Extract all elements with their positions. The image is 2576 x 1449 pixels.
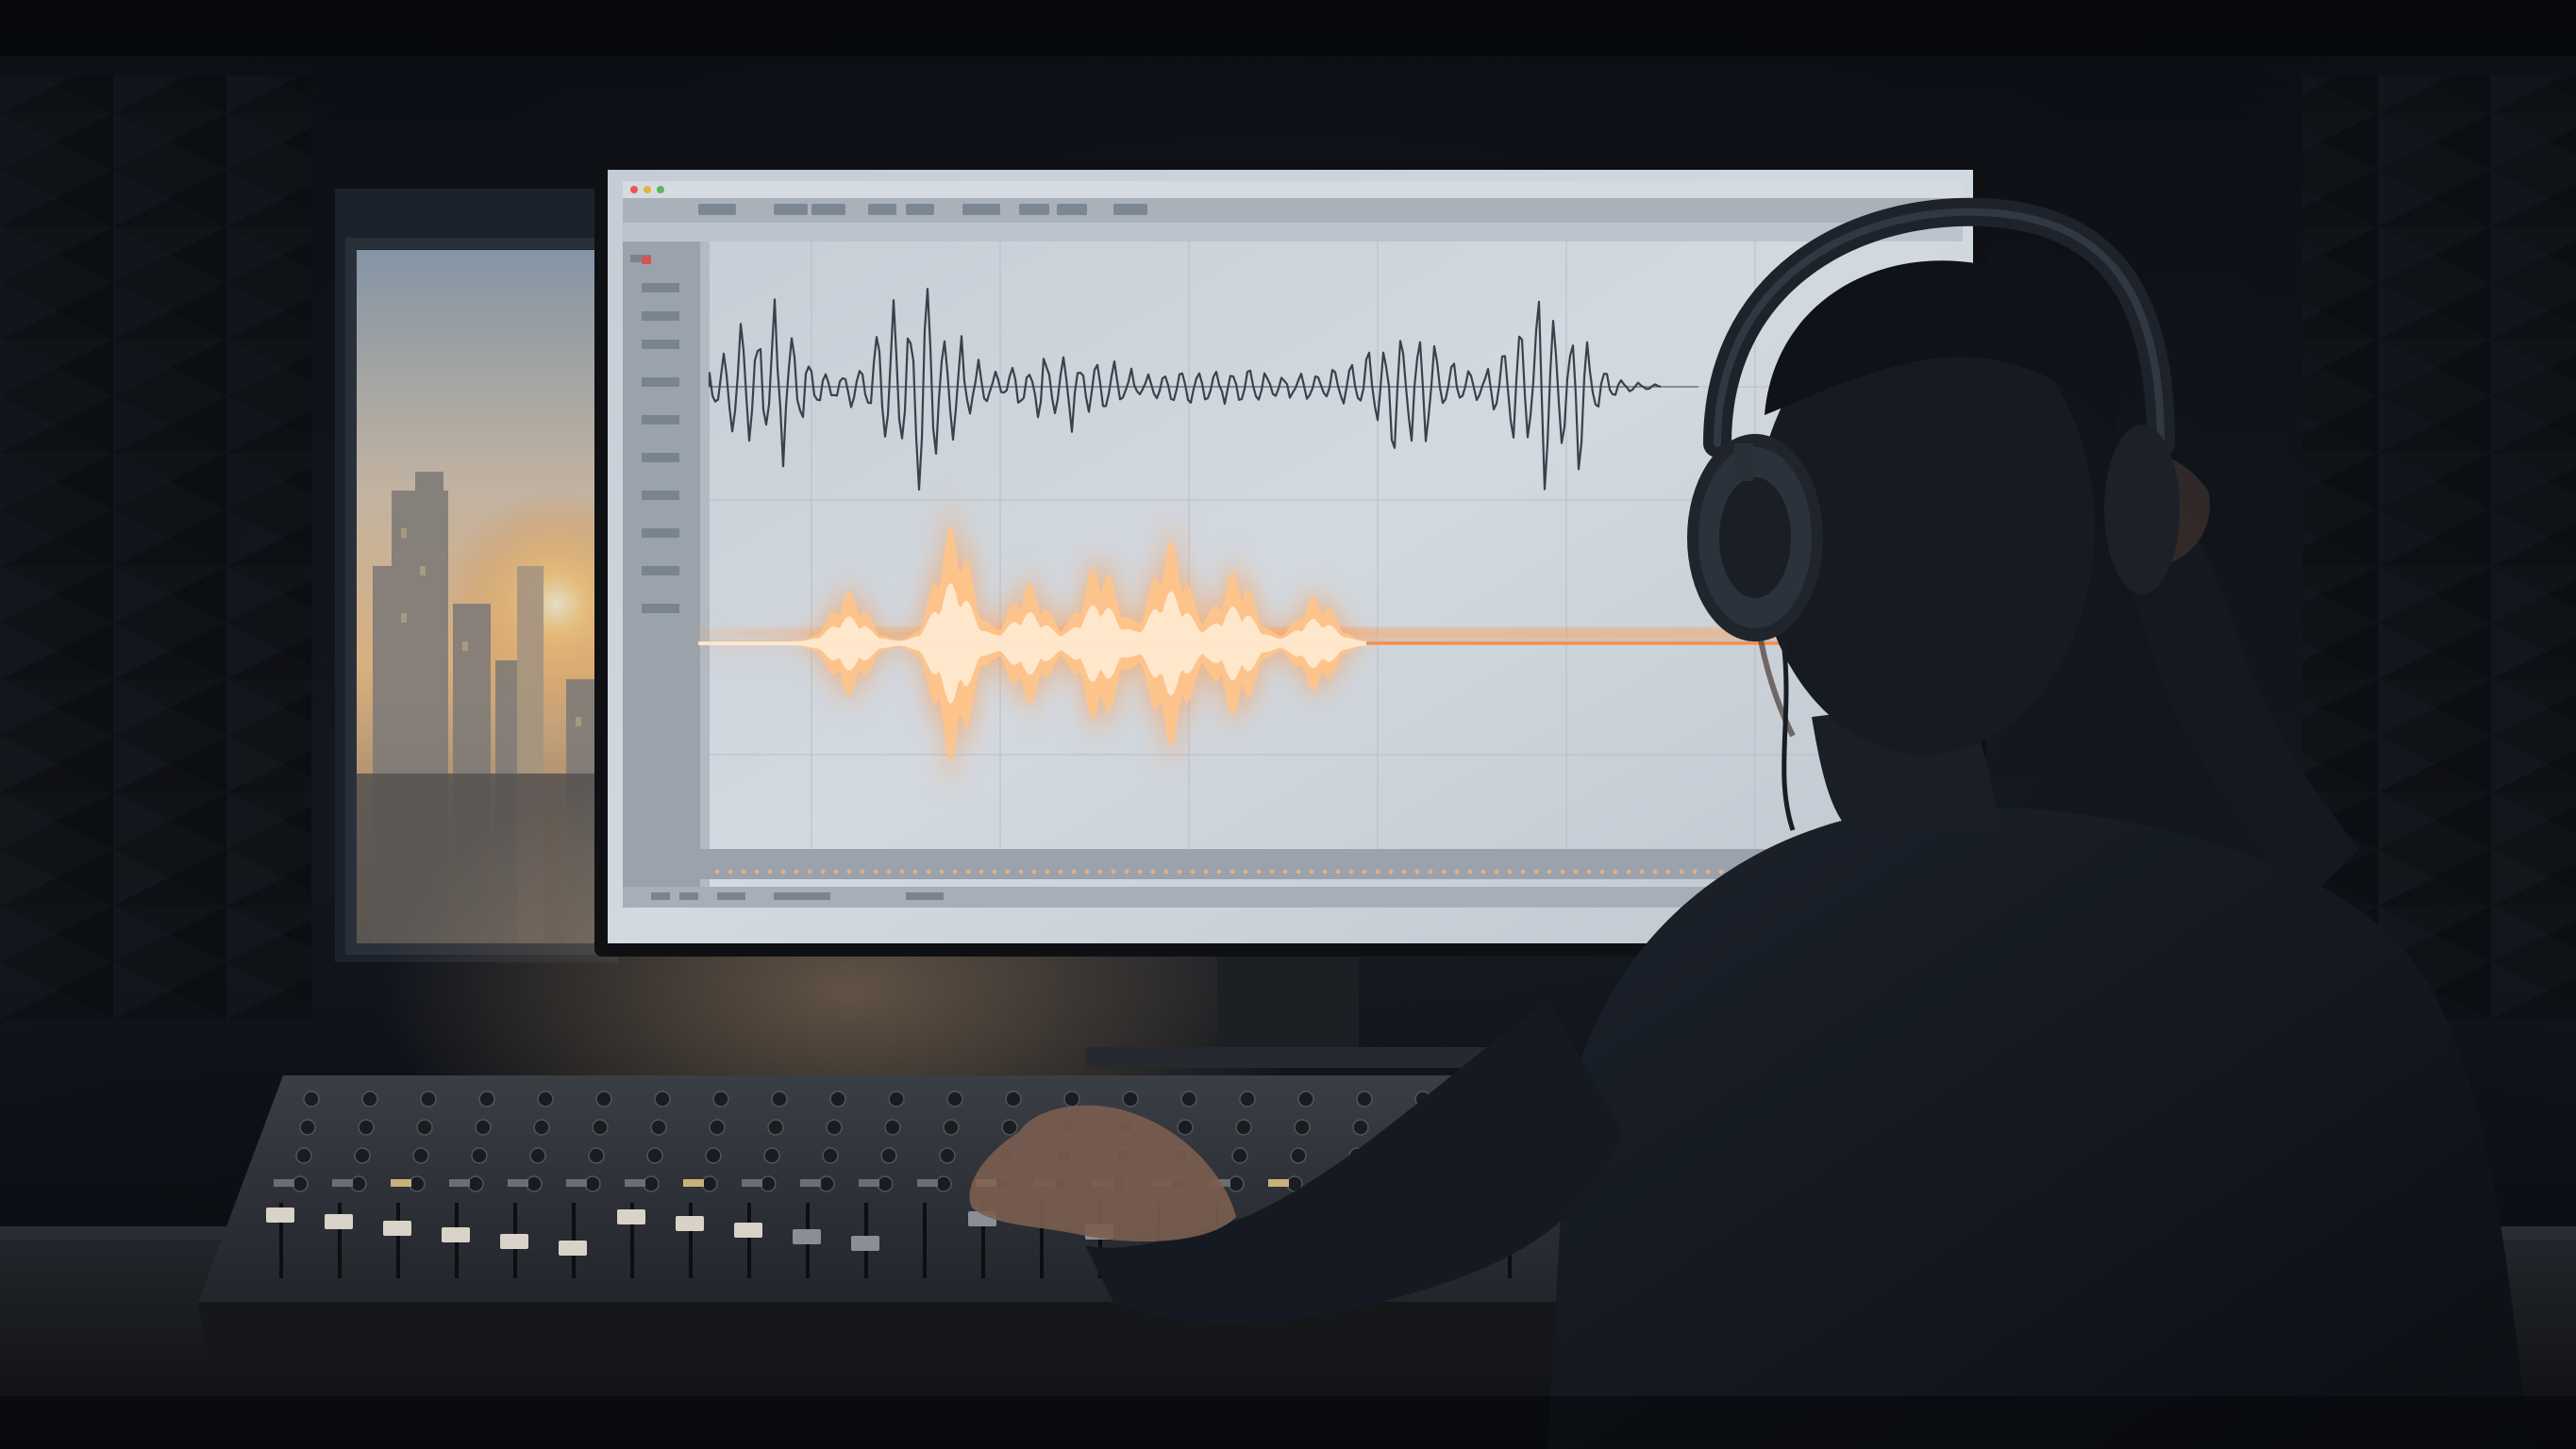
scene-illustration [0,0,2576,1449]
studio-scene [0,0,2576,1449]
